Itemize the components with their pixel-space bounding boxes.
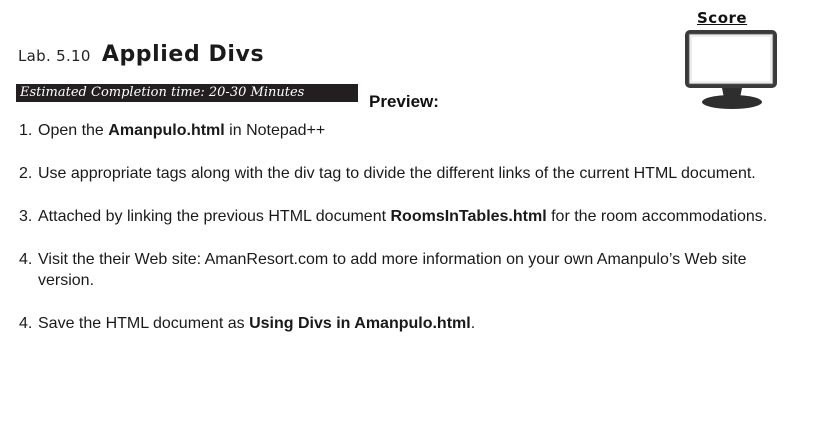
instruction-step: 4. Visit the their Web site: AmanResort.c… bbox=[19, 249, 789, 291]
step-number: 2. bbox=[19, 165, 33, 182]
estimated-time-banner: Estimated Completion time: 20-30 Minutes bbox=[16, 84, 358, 102]
monitor-stand-neck bbox=[722, 88, 742, 98]
lab-title: Lab. 5.10 Applied Divs bbox=[18, 42, 264, 67]
step-number: 1. bbox=[19, 122, 33, 139]
preview-label: Preview: bbox=[369, 92, 439, 111]
instruction-step: 2. Use appropriate tags along with the di… bbox=[19, 163, 789, 184]
step-filename: Using Divs in Amanpulo.html bbox=[249, 315, 471, 332]
monitor-screen-inner bbox=[692, 37, 770, 81]
step-text: Open the bbox=[38, 122, 109, 139]
step-text: Use appropriate tags along with the div … bbox=[38, 165, 756, 182]
step-number: 4. bbox=[19, 315, 33, 332]
score-label: Score bbox=[697, 9, 748, 27]
instruction-list: 1. Open the Amanpulo.html in Notepad++ 2.… bbox=[19, 120, 789, 356]
step-text-end: in Notepad++ bbox=[224, 122, 326, 139]
step-text-end: . bbox=[470, 315, 476, 332]
instruction-step: 1. Open the Amanpulo.html in Notepad++ bbox=[19, 120, 789, 141]
step-filename: RoomsInTables.html bbox=[390, 208, 547, 225]
lab-name: Applied Divs bbox=[101, 42, 265, 67]
step-number: 3. bbox=[19, 208, 33, 225]
step-text: Save the HTML document as bbox=[38, 315, 250, 332]
step-text: Attached by linking the previous HTML do… bbox=[38, 208, 391, 225]
instruction-step: 3. Attached by linking the previous HTML … bbox=[19, 206, 789, 227]
step-text-end: for the room accommodations. bbox=[546, 208, 768, 225]
step-text: Visit the their Web site: AmanResort.com… bbox=[38, 251, 747, 289]
instruction-step: 4. Save the HTML document as Using Divs i… bbox=[19, 313, 789, 334]
step-filename: Amanpulo.html bbox=[108, 122, 225, 139]
step-number: 4. bbox=[19, 251, 33, 268]
lab-number: Lab. 5.10 bbox=[18, 47, 91, 65]
monitor-icon bbox=[685, 30, 777, 109]
